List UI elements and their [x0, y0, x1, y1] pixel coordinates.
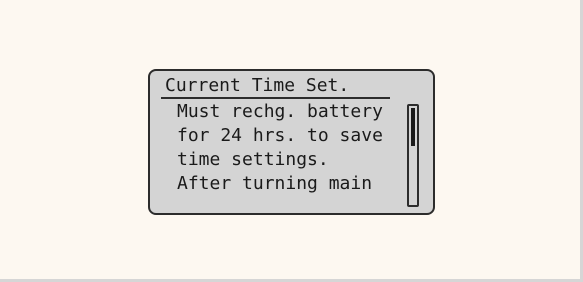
screen-title: Current Time Set.: [165, 75, 350, 96]
message-line-1: Must rechg. battery: [177, 101, 383, 122]
scrollbar-thumb[interactable]: [411, 108, 415, 146]
title-underline: [161, 97, 390, 99]
page-frame: Current Time Set. Must rechg. battery fo…: [0, 0, 583, 282]
scrollbar[interactable]: [407, 104, 419, 207]
message-line-3: time settings.: [177, 149, 329, 170]
message-line-2: for 24 hrs. to save: [177, 125, 383, 146]
lcd-screen: Current Time Set. Must rechg. battery fo…: [148, 69, 435, 215]
message-line-4: After turning main: [177, 173, 373, 194]
